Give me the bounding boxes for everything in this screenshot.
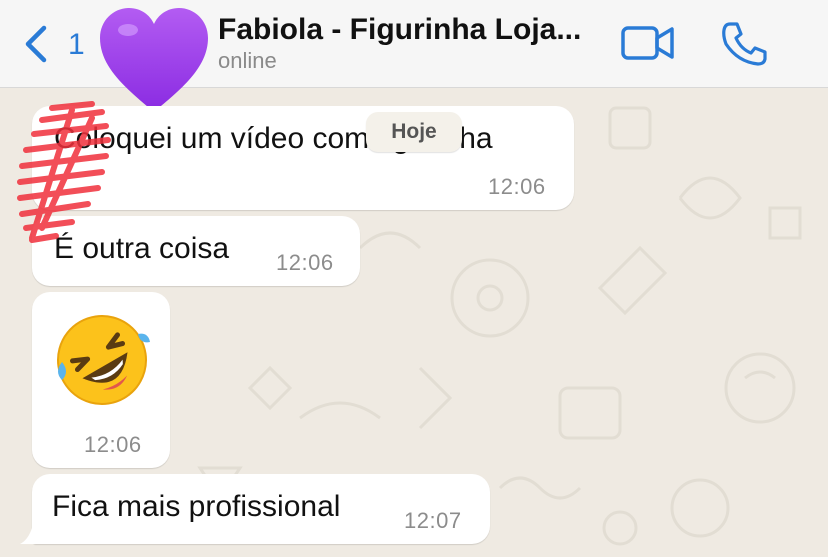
purple-heart-icon: [100, 8, 208, 112]
message-text: É outra coisa: [54, 232, 230, 265]
phone-icon: [722, 22, 767, 66]
message-text: Fica mais profissional: [52, 490, 341, 523]
video-call-button[interactable]: [620, 22, 676, 64]
message-time: 12:06: [276, 250, 334, 275]
date-separator-overlay: Hoje: [366, 112, 462, 152]
message-bubble[interactable]: Coloquei um vídeo com figurinha 12:06: [32, 106, 574, 210]
unread-count: 1: [68, 28, 85, 61]
contact-avatar[interactable]: [98, 4, 210, 116]
message-time: 12:06: [84, 432, 142, 457]
message-bubble[interactable]: É outra coisa 12:06: [32, 216, 360, 286]
rolling-on-floor-laughing-icon: [56, 315, 150, 405]
contact-info[interactable]: Fabiola - Figurinha Loja... online: [218, 12, 608, 74]
message-time: 12:06: [488, 174, 546, 199]
video-camera-icon: [621, 26, 674, 60]
contact-name: Fabiola - Figurinha Loja...: [218, 13, 582, 46]
chevron-left-icon: [25, 25, 47, 63]
message-bubble[interactable]: 12:06: [32, 292, 170, 468]
contact-status: online: [218, 48, 277, 73]
back-button[interactable]: 1: [22, 22, 92, 68]
bubble-tail: [20, 528, 38, 544]
message-bubble[interactable]: Fica mais profissional 12:07: [32, 474, 490, 544]
message-time: 12:07: [404, 508, 462, 533]
voice-call-button[interactable]: [720, 20, 768, 66]
